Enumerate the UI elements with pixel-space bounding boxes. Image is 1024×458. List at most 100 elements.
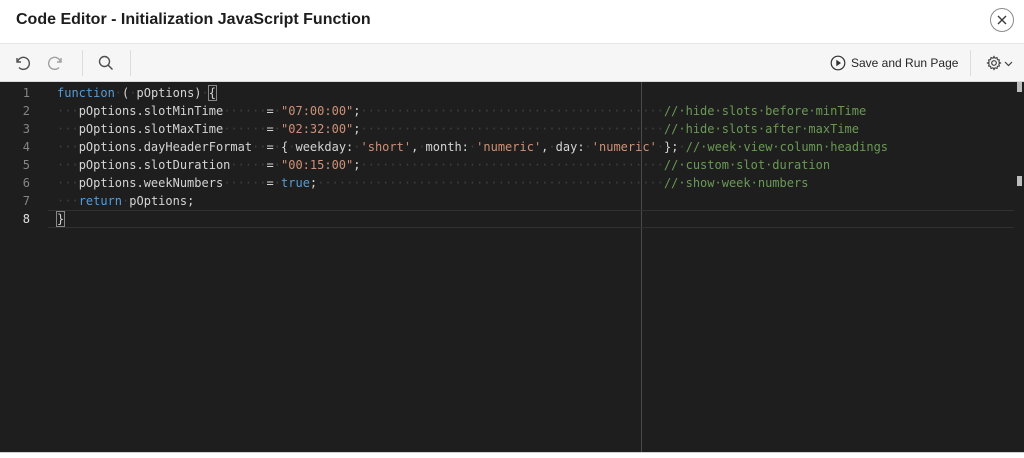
line-number-gutter: 1 2 3 4 5 6 7 8: [0, 82, 48, 452]
code-string: "02:32:00": [281, 122, 354, 136]
editor-toolbar: Save and Run Page: [0, 44, 1024, 82]
play-circle-icon: [830, 55, 846, 71]
gear-icon: [985, 55, 1002, 71]
whitespace-marker: ········································…: [360, 104, 664, 118]
code-string: 'short': [360, 140, 412, 154]
code-editor[interactable]: 12345678 function·(·pOptions)·{···pOptio…: [0, 82, 1024, 452]
code-token: day:: [555, 140, 585, 154]
code-token: =: [266, 176, 274, 190]
whitespace-marker: ·: [548, 140, 556, 154]
line-number: 6: [22, 176, 30, 190]
search-icon: [98, 55, 114, 71]
line-number: 3: [22, 122, 30, 136]
code-token: ;: [353, 122, 361, 136]
code-line: ···pOptions.slotDuration·····=·"00:15:00…: [57, 156, 830, 174]
code-string: "07:00:00": [281, 104, 354, 118]
code-token: };: [664, 140, 679, 154]
active-line-highlight: [48, 210, 1014, 228]
code-token: month:: [425, 140, 469, 154]
whitespace-marker: ·: [678, 140, 686, 154]
dialog-footer: [0, 452, 1024, 458]
code-token: ;: [353, 104, 361, 118]
whitespace-marker: ···: [57, 140, 79, 154]
whitespace-marker: ·: [273, 176, 282, 190]
whitespace-marker: ··: [252, 140, 267, 154]
code-line: function·(·pOptions)·{: [57, 84, 218, 102]
toolbar-divider: [970, 50, 971, 76]
whitespace-marker: ···: [57, 158, 79, 172]
whitespace-marker: ······: [223, 176, 267, 190]
save-and-run-label: Save and Run Page: [851, 56, 959, 70]
code-keyword: true: [281, 176, 310, 190]
close-button[interactable]: [990, 8, 1014, 32]
whitespace-marker: ·: [273, 140, 281, 154]
code-token: pOptions;: [129, 194, 195, 208]
line-number: 1: [22, 86, 30, 100]
whitespace-marker: ·: [584, 140, 592, 154]
code-keyword: return: [78, 194, 123, 208]
code-token: pOptions.dayHeaderFormat: [78, 140, 253, 154]
undo-icon: [16, 56, 31, 70]
whitespace-marker: ·: [656, 140, 665, 154]
code-token: =: [266, 104, 274, 118]
code-token: {: [207, 85, 218, 101]
line-number: 5: [22, 158, 30, 172]
code-comment: //·week·view·column·headings: [685, 140, 889, 154]
code-token: weekday:: [295, 140, 354, 154]
toolbar-divider: [130, 50, 131, 76]
whitespace-marker: ·: [273, 158, 281, 172]
dialog-title: Code Editor - Initialization JavaScript …: [16, 11, 371, 28]
code-token: }: [55, 211, 66, 227]
whitespace-marker: ······: [223, 122, 267, 136]
whitespace-marker: ·: [114, 86, 123, 100]
code-line: }: [55, 210, 66, 228]
whitespace-marker: ········································…: [360, 158, 664, 172]
whitespace-marker: ···: [57, 194, 79, 208]
code-token: =: [266, 158, 274, 172]
code-token: =: [266, 140, 274, 154]
code-token: pOptions.weekNumbers: [78, 176, 224, 190]
code-comment: //·hide·slots·before·minTime: [663, 104, 867, 118]
code-token: =: [266, 122, 274, 136]
code-line: ···pOptions.weekNumbers······=·true;····…: [57, 174, 808, 192]
whitespace-marker: ·····: [230, 158, 267, 172]
code-string: "00:15:00": [281, 158, 354, 172]
whitespace-marker: ···: [57, 176, 79, 190]
whitespace-marker: ···: [57, 104, 79, 118]
code-line: ···pOptions.slotMaxTime······=·"02:32:00…: [57, 120, 859, 138]
scrollbar-marker: [1017, 176, 1022, 186]
line-number: 7: [22, 194, 30, 208]
code-line: ···return·pOptions;: [57, 192, 194, 210]
whitespace-marker: ···: [57, 122, 79, 136]
code-keyword: function: [57, 86, 115, 100]
code-comment: //·hide·slots·after·maxTime: [663, 122, 860, 136]
scrollbar-marker: [1017, 82, 1022, 92]
line-number: 8: [22, 212, 30, 226]
code-token: pOptions.slotDuration: [78, 158, 231, 172]
undo-button[interactable]: [8, 50, 36, 76]
redo-button[interactable]: [42, 50, 70, 76]
code-line: ···pOptions.dayHeaderFormat··=·{·weekday…: [57, 138, 888, 156]
whitespace-marker: ······: [223, 104, 267, 118]
whitespace-marker: ········································…: [317, 176, 664, 190]
code-line: ···pOptions.slotMinTime······=·"07:00:00…: [57, 102, 866, 120]
code-comment: //·custom·slot·duration: [663, 158, 831, 172]
toolbar-divider: [82, 50, 83, 76]
whitespace-marker: ········································…: [360, 122, 664, 136]
editor-scrollbar[interactable]: [1016, 82, 1022, 452]
whitespace-marker: ·: [353, 140, 361, 154]
search-button[interactable]: [92, 50, 120, 76]
whitespace-marker: ·: [273, 104, 282, 118]
whitespace-marker: ·: [201, 86, 209, 100]
close-icon: [997, 15, 1007, 25]
settings-menu-button[interactable]: [982, 50, 1016, 76]
chevron-down-icon: [1004, 61, 1012, 66]
whitespace-marker: ·: [129, 86, 137, 100]
whitespace-marker: ·: [273, 122, 282, 136]
save-and-run-button[interactable]: Save and Run Page: [830, 50, 960, 76]
code-token: pOptions): [136, 86, 202, 100]
dialog-title-bar: Code Editor - Initialization JavaScript …: [0, 0, 1024, 44]
code-comment: //·show·week·numbers: [663, 176, 809, 190]
code-string: 'numeric': [476, 140, 542, 154]
whitespace-marker: ·: [418, 140, 426, 154]
